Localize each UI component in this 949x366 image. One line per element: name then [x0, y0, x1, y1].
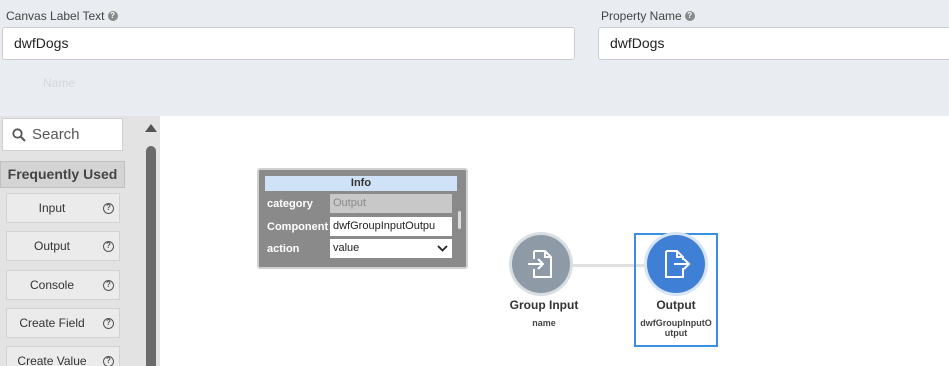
info-row-action: action value — [265, 239, 457, 259]
question-icon[interactable]: ? — [103, 202, 114, 214]
node-title: Group Input — [509, 298, 579, 312]
property-name-label: Property Name ? — [601, 9, 695, 23]
name-ghost-label: Name — [43, 76, 76, 90]
palette-item-input[interactable]: Input ? — [6, 193, 120, 223]
chevron-down-icon — [437, 245, 448, 252]
help-icon[interactable]: ? — [107, 11, 118, 21]
info-key: Component — [267, 221, 329, 233]
palette-item-create-value[interactable]: Create Value ? — [6, 346, 120, 366]
palette-scrollbar[interactable] — [145, 124, 157, 366]
search-input[interactable]: Search — [2, 118, 123, 151]
palette-item-output[interactable]: Output ? — [6, 231, 120, 261]
node-circle[interactable] — [512, 235, 570, 293]
node-group-input[interactable]: Group Input name — [495, 235, 593, 335]
component-input[interactable]: dwfGroupInputOutpu — [330, 217, 452, 236]
palette-item-console[interactable]: Console ? — [6, 270, 120, 300]
search-icon — [12, 127, 26, 142]
info-key: category — [267, 198, 313, 210]
node-subtitle: name — [532, 318, 556, 328]
palette-item-label: Create Value — [17, 354, 87, 366]
info-panel[interactable]: Info category Output Component dwfGroupI… — [257, 168, 468, 269]
palette-item-create-field[interactable]: Create Field ? — [6, 308, 120, 338]
palette-item-label: Input — [38, 201, 66, 215]
property-name-input[interactable]: dwfDogs — [598, 27, 949, 60]
node-output[interactable]: Output dwfGroupInputO utput — [636, 235, 716, 345]
info-key: action — [267, 243, 300, 255]
palette-item-label: Console — [29, 278, 75, 292]
scrollbar-thumb[interactable] — [146, 146, 156, 366]
flow-canvas[interactable]: Info category Output Component dwfGroupI… — [160, 116, 949, 366]
question-icon[interactable]: ? — [103, 240, 114, 252]
scroll-up-arrow-icon[interactable] — [145, 124, 157, 132]
canvas-label-text-input[interactable]: dwfDogs — [2, 27, 575, 60]
search-placeholder: Search — [32, 126, 80, 143]
file-export-icon — [665, 250, 691, 278]
info-row-component: Component dwfGroupInputOutpu — [265, 217, 457, 237]
section-frequently-used[interactable]: Frequently Used — [0, 161, 125, 188]
palette-item-label: Output — [33, 239, 71, 253]
info-panel-scrollbar[interactable] — [458, 211, 461, 229]
action-select-value: value — [333, 242, 360, 254]
info-row-category: category Output — [265, 194, 457, 214]
question-icon[interactable]: ? — [103, 355, 114, 366]
node-circle[interactable] — [647, 235, 705, 293]
question-icon[interactable]: ? — [103, 279, 114, 291]
question-icon[interactable]: ? — [103, 317, 114, 329]
info-panel-title: Info — [265, 176, 457, 191]
component-palette: Search Frequently Used Input ? Output ? … — [0, 116, 160, 366]
canvas-label-text-label: Canvas Label Text ? — [6, 9, 118, 23]
node-title: Output — [656, 298, 696, 312]
help-icon[interactable]: ? — [684, 11, 695, 21]
node-subtitle: dwfGroupInputO utput — [640, 318, 712, 338]
palette-item-label: Create Field — [19, 316, 85, 330]
category-field: Output — [330, 194, 452, 213]
file-import-icon — [528, 250, 552, 278]
action-select[interactable]: value — [330, 239, 452, 258]
